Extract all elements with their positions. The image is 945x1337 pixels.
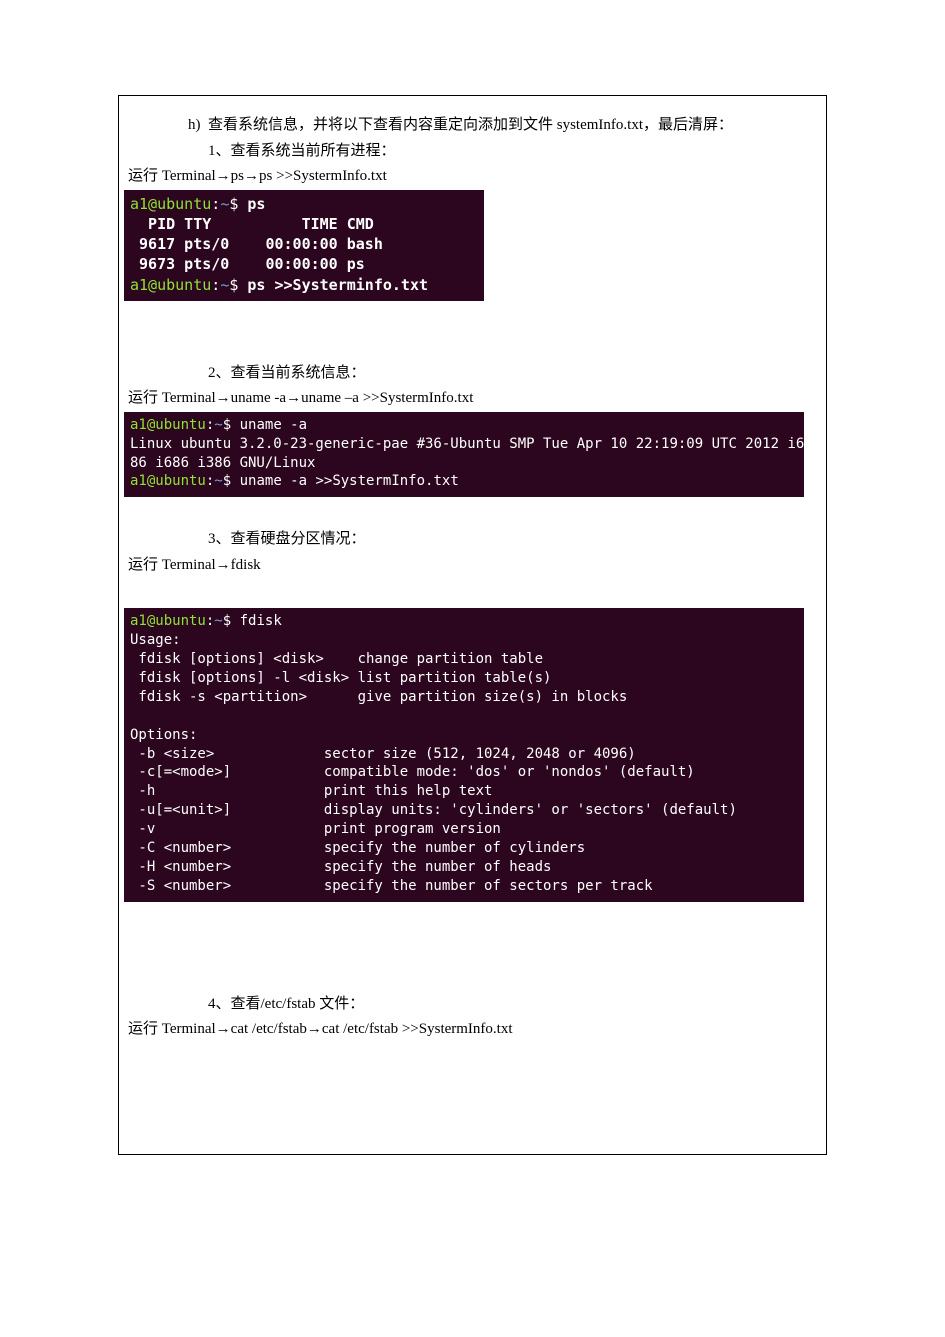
- fdisk-line: -u[=<unit>] display units: 'cylinders' o…: [130, 802, 737, 818]
- cmd-fdisk: fdisk: [240, 613, 282, 629]
- prompt-end: $: [223, 417, 231, 433]
- uname-out-2: 86 i686 i386 GNU/Linux: [130, 455, 315, 471]
- step3-run: 运行 Terminal→fdisk: [128, 553, 818, 579]
- prompt-path: ~: [214, 473, 222, 489]
- step4-run: 运行 Terminal→cat /etc/fstab→cat /etc/fsta…: [128, 1017, 818, 1043]
- prompt-user: a1@ubuntu: [130, 276, 211, 294]
- step1-run: 运行 Terminal→ps→ps >>SystermInfo.txt: [128, 164, 818, 190]
- fdisk-line: -b <size> sector size (512, 1024, 2048 o…: [130, 746, 636, 762]
- prompt-sep: :: [211, 195, 220, 213]
- ps-header: PID TTY TIME CMD: [130, 215, 374, 233]
- heading-text: 查看系统信息，并将以下查看内容重定向添加到文件 systemInfo.txt，最…: [208, 117, 733, 133]
- prompt-sep: :: [211, 276, 220, 294]
- prompt-path: ~: [214, 417, 222, 433]
- fdisk-line: Usage:: [130, 632, 181, 648]
- prompt-end: $: [223, 613, 231, 629]
- fdisk-line: -v print program version: [130, 821, 501, 837]
- prompt-user: a1@ubuntu: [130, 473, 206, 489]
- fdisk-line: -S <number> specify the number of sector…: [130, 878, 653, 894]
- fdisk-line: fdisk [options] -l <disk> list partition…: [130, 670, 551, 686]
- cmd-ps-redirect: ps >>Systerminfo.txt: [247, 276, 428, 294]
- terminal-uname: a1@ubuntu:~$ uname -a Linux ubuntu 3.2.0…: [124, 412, 804, 498]
- fdisk-line: -h print this help text: [130, 783, 492, 799]
- cmd-uname-redirect: uname -a >>SystermInfo.txt: [240, 473, 459, 489]
- terminal-fdisk: a1@ubuntu:~$ fdisk Usage: fdisk [options…: [124, 608, 804, 901]
- step3-label: 3、查看硬盘分区情况：: [208, 527, 818, 553]
- fdisk-line: Options:: [130, 727, 197, 743]
- prompt-path: ~: [220, 276, 229, 294]
- section-h-heading: h) 查看系统信息，并将以下查看内容重定向添加到文件 systemInfo.tx…: [188, 113, 818, 139]
- fdisk-line: fdisk [options] <disk> change partition …: [130, 651, 543, 667]
- fdisk-line: fdisk -s <partition> give partition size…: [130, 689, 627, 705]
- bullet-h: h): [188, 117, 201, 133]
- fdisk-line: -c[=<mode>] compatible mode: 'dos' or 'n…: [130, 764, 695, 780]
- step4-label: 4、查看/etc/fstab 文件：: [208, 992, 818, 1018]
- fdisk-line: -C <number> specify the number of cylind…: [130, 840, 585, 856]
- cmd-ps: ps: [247, 195, 265, 213]
- cmd-uname: uname -a: [240, 417, 307, 433]
- prompt-end: $: [229, 276, 238, 294]
- terminal-ps: a1@ubuntu:~$ ps PID TTY TIME CMD 9617 pt…: [124, 190, 484, 301]
- content-area: h) 查看系统信息，并将以下查看内容重定向添加到文件 systemInfo.tx…: [118, 95, 828, 1053]
- ps-row1: 9617 pts/0 00:00:00 bash: [130, 235, 383, 253]
- page: h) 查看系统信息，并将以下查看内容重定向添加到文件 systemInfo.tx…: [0, 0, 945, 1337]
- uname-out-1: Linux ubuntu 3.2.0-23-generic-pae #36-Ub…: [130, 436, 804, 452]
- step2-run: 运行 Terminal→uname -a→uname –a >>SystermI…: [128, 386, 818, 412]
- prompt-user: a1@ubuntu: [130, 195, 211, 213]
- prompt-end: $: [229, 195, 238, 213]
- prompt-end: $: [223, 473, 231, 489]
- fdisk-line: -H <number> specify the number of heads: [130, 859, 551, 875]
- prompt-user: a1@ubuntu: [130, 417, 206, 433]
- step2-label: 2、查看当前系统信息：: [208, 361, 818, 387]
- prompt-user: a1@ubuntu: [130, 613, 206, 629]
- prompt-path: ~: [220, 195, 229, 213]
- prompt-path: ~: [214, 613, 222, 629]
- step1-label: 1、查看系统当前所有进程：: [208, 139, 818, 165]
- ps-row2: 9673 pts/0 00:00:00 ps: [130, 255, 365, 273]
